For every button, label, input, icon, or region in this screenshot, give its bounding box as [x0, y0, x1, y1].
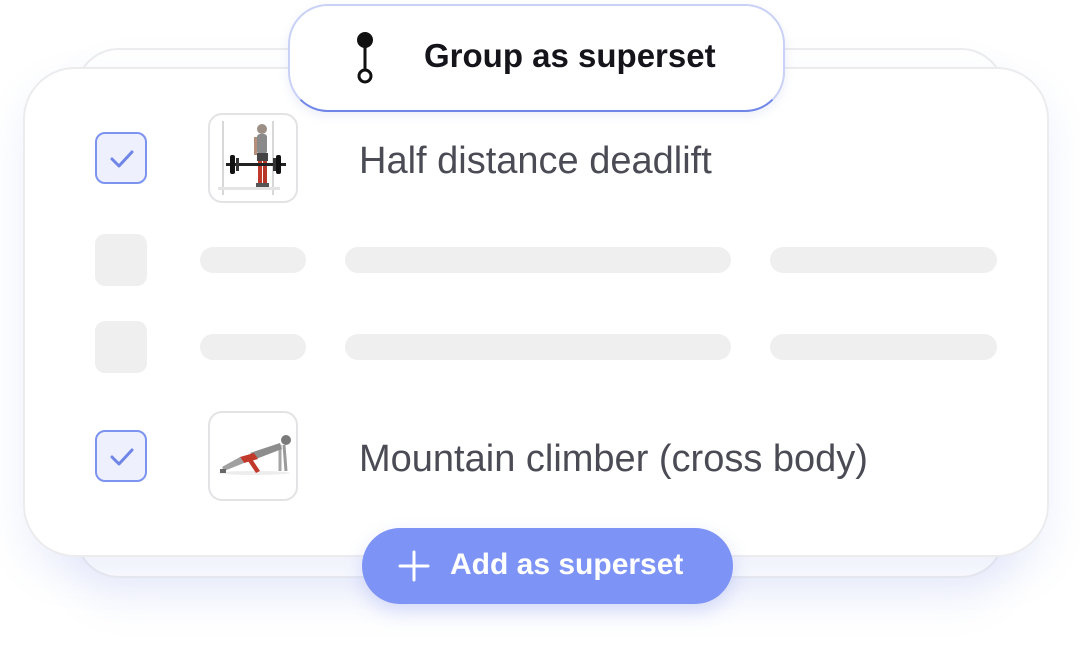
plus-icon	[398, 550, 430, 582]
superset-dialog: Group as superset Half distance deadlift	[0, 0, 1080, 645]
group-as-superset-label: Group as superset	[424, 37, 716, 74]
superset-link-icon	[357, 32, 373, 84]
placeholder-bar	[770, 334, 997, 360]
placeholder-bar	[345, 334, 731, 360]
placeholder-bar	[200, 247, 306, 273]
add-as-superset-label: Add as superset	[450, 548, 684, 581]
check-icon	[110, 150, 134, 168]
exercise-checkbox-deadlift[interactable]	[95, 132, 147, 184]
placeholder-checkbox	[95, 321, 147, 373]
placeholder-checkbox	[95, 234, 147, 286]
deadlift-figure-icon	[218, 121, 286, 195]
mountain-climber-figure-icon	[218, 435, 291, 475]
placeholder-bar	[345, 247, 731, 273]
add-as-superset-button[interactable]: Add as superset	[362, 528, 733, 604]
placeholder-bar	[200, 334, 306, 360]
deadlift-thumbnail	[208, 113, 298, 203]
exercise-name-mountain-climber: Mountain climber (cross body)	[359, 438, 868, 480]
check-icon	[110, 448, 134, 466]
exercise-checkbox-mountain-climber[interactable]	[95, 430, 147, 482]
placeholder-bar	[770, 247, 997, 273]
mountain-climber-thumbnail	[208, 411, 298, 501]
exercise-name-deadlift: Half distance deadlift	[359, 140, 712, 182]
